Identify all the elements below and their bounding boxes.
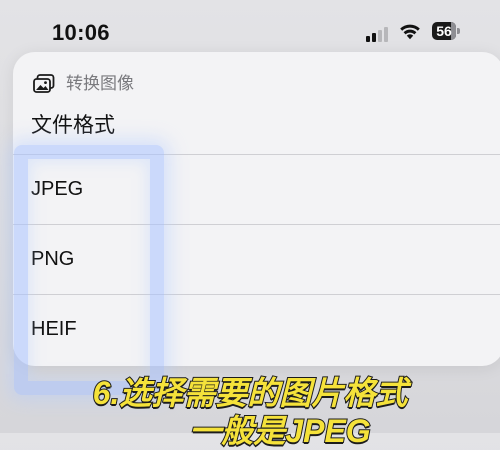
photos-icon xyxy=(33,74,55,93)
menu-item-label: JPEG xyxy=(31,178,84,200)
caption-line-1: 6.选择需要的图片格式 xyxy=(92,374,409,412)
menu-item-label: PNG xyxy=(31,248,75,270)
convert-image-menu: 转换图像 文件格式 JPEG PNG HEIF xyxy=(13,52,500,366)
menu-item-heif[interactable]: HEIF xyxy=(13,295,500,363)
menu-item-label: HEIF xyxy=(31,318,77,340)
status-time: 10:06 xyxy=(52,20,110,45)
file-format-label: 文件格式 xyxy=(31,114,115,137)
tutorial-caption: 6.选择需要的图片格式 一般是JPEG xyxy=(0,374,500,450)
menu-item-png[interactable]: PNG xyxy=(13,225,500,293)
wifi-icon xyxy=(400,24,420,40)
status-bar: 10:06 56 xyxy=(0,0,500,60)
battery-icon: 56 xyxy=(432,22,462,40)
battery-level: 56 xyxy=(436,23,452,39)
menu-header-title: 转换图像 xyxy=(66,74,134,93)
caption-line-2: 一般是JPEG xyxy=(188,412,371,450)
cellular-signal-icon xyxy=(366,24,390,42)
menu-item-jpeg[interactable]: JPEG xyxy=(13,155,500,223)
